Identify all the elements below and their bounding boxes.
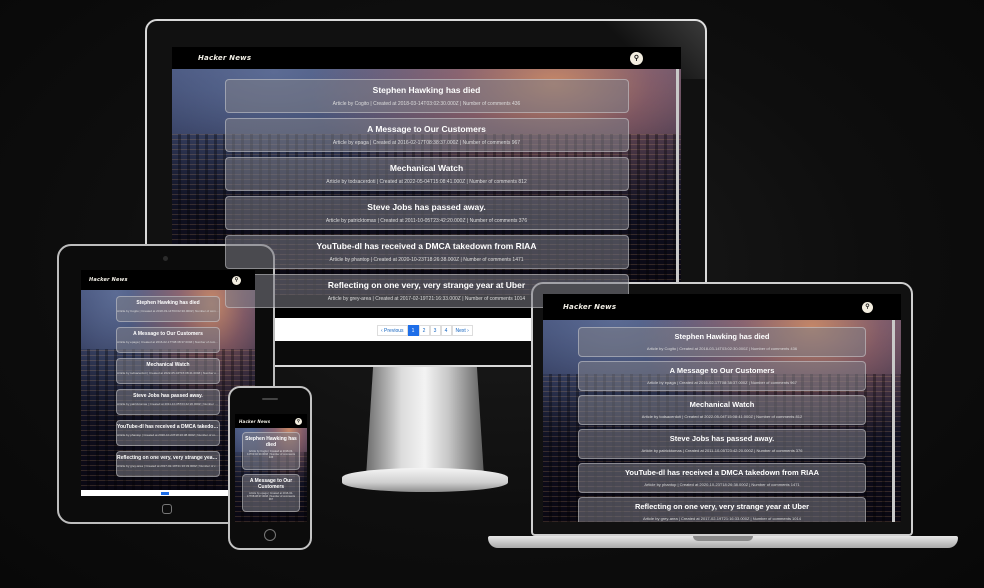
article-card[interactable]: Mechanical Watch Article by todsacerdoti … <box>224 157 629 191</box>
pagination: ‹ Previous 1 2 3 4 Next › <box>377 325 473 336</box>
article-list: Stephen Hawking has died Article by Cogi… <box>235 432 307 516</box>
article-card[interactable]: Stephen Hawking has died Article by Cogit… <box>224 79 629 113</box>
search-icon[interactable]: ⚲ <box>862 301 873 313</box>
navbar: Hacker News ⚲ <box>235 414 307 428</box>
tablet-camera <box>163 256 168 261</box>
article-card[interactable]: Stephen Hawking has died Article by Cogit… <box>116 296 220 322</box>
monitor-base <box>342 468 508 492</box>
phone-speaker <box>262 398 278 400</box>
device-mockup-scene: Hacker News ⚲ Stephen Hawking has died Ar… <box>0 0 984 588</box>
article-card[interactable]: Mechanical Watch Article by todsacerdoti … <box>116 358 220 384</box>
article-card[interactable]: Stephen Hawking has died Article by Cogit… <box>578 327 866 357</box>
article-card[interactable]: A Message to Our Customers Article by epa… <box>116 327 220 353</box>
navbar: Hacker News ⚲ <box>543 294 901 320</box>
article-card[interactable]: A Message to Our Customers Article by epa… <box>578 361 866 391</box>
article-card[interactable]: Steve Jobs has passed away. Article by pa… <box>578 429 866 459</box>
tablet-screen: Hacker News ⚲ Stephen Hawking has died Ar… <box>81 270 255 496</box>
brand-logo[interactable]: Hacker News <box>239 419 270 424</box>
laptop-screen: Hacker News ⚲ Stephen Hawking has died Ar… <box>543 294 901 522</box>
page-1-button[interactable]: 1 <box>407 325 419 336</box>
article-card[interactable]: YouTube-dl has received a DMCA takedown … <box>224 235 629 269</box>
article-list: Stephen Hawking has died Article by Cogit… <box>543 327 901 522</box>
article-card[interactable]: Steve Jobs has passed away. Article by pa… <box>116 389 220 415</box>
article-card[interactable]: A Message to Our Customers Article by ep… <box>242 474 300 512</box>
brand-logo[interactable]: Hacker News <box>198 54 251 62</box>
article-card[interactable]: A Message to Our Customers Article by epa… <box>224 118 629 152</box>
brand-logo[interactable]: Hacker News <box>563 303 616 311</box>
navbar: Hacker News ⚲ <box>172 47 681 69</box>
page-indicator[interactable] <box>161 492 169 495</box>
search-icon[interactable]: ⚲ <box>232 275 241 285</box>
article-card[interactable]: Stephen Hawking has died Article by Cogi… <box>242 432 300 470</box>
search-icon[interactable]: ⚲ <box>630 51 643 65</box>
tablet-home-button[interactable] <box>162 504 172 514</box>
laptop-notch <box>693 536 753 541</box>
monitor-stand <box>366 367 484 477</box>
prev-page-button[interactable]: ‹ Previous <box>377 325 408 336</box>
search-icon[interactable]: ⚲ <box>295 417 302 425</box>
page-4-button[interactable]: 4 <box>440 325 452 336</box>
laptop-lid: Hacker News ⚲ Stephen Hawking has died Ar… <box>531 282 913 536</box>
article-card[interactable]: Steve Jobs has passed away. Article by pa… <box>224 196 629 230</box>
navbar: Hacker News ⚲ <box>81 270 255 290</box>
article-card[interactable]: Reflecting on one very, very strange yea… <box>116 451 220 477</box>
page-2-button[interactable]: 2 <box>418 325 430 336</box>
article-card[interactable]: YouTube-dl has received a DMCA takedown … <box>578 463 866 493</box>
article-card[interactable]: YouTube-dl has received a DMCA takedown … <box>116 420 220 446</box>
laptop-base <box>488 536 958 548</box>
article-card[interactable]: Mechanical Watch Article by todsacerdoti … <box>578 395 866 425</box>
article-list: Stephen Hawking has died Article by Cogit… <box>81 296 255 482</box>
brand-logo[interactable]: Hacker News <box>89 277 128 283</box>
article-card[interactable]: Reflecting on one very, very strange yea… <box>578 497 866 522</box>
page-3-button[interactable]: 3 <box>429 325 441 336</box>
phone-home-button[interactable] <box>264 529 276 541</box>
next-page-button[interactable]: Next › <box>451 325 473 336</box>
